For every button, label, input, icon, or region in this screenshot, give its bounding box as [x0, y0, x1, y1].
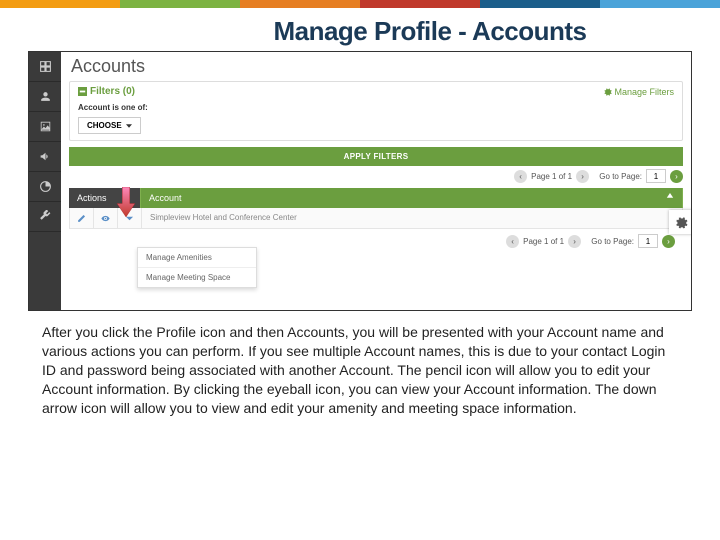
sidebar-item-home[interactable] [29, 52, 61, 82]
table-row: Simpleview Hotel and Conference Center [69, 208, 683, 229]
pager-go-button[interactable]: › [670, 170, 683, 183]
collapse-icon [78, 87, 87, 96]
col-account[interactable]: Account [141, 188, 683, 208]
choose-button-label: CHOOSE [87, 121, 122, 130]
sort-asc-icon [666, 193, 674, 201]
actions-dropdown: Manage Amenities Manage Meeting Space [137, 247, 257, 288]
red-arrow-annotation [111, 187, 141, 217]
dropdown-manage-meeting-space[interactable]: Manage Meeting Space [138, 268, 256, 287]
pager-go-button[interactable]: › [662, 235, 675, 248]
eye-icon [101, 214, 110, 223]
edit-button[interactable] [70, 208, 94, 228]
sidebar-item-settings[interactable] [29, 202, 61, 232]
gear-icon [603, 87, 612, 96]
pager-next-button[interactable]: › [576, 170, 589, 183]
sidebar [29, 52, 61, 310]
table-settings-gear[interactable] [669, 210, 692, 234]
main-panel: Accounts Filters (0) Manage Filters Acco… [61, 52, 691, 310]
choose-button[interactable]: CHOOSE [78, 117, 141, 134]
pager-goto-label: Go to Page: [599, 172, 642, 181]
caret-down-icon [126, 123, 132, 129]
pager-goto-label: Go to Page: [591, 237, 634, 246]
accounts-header: Accounts [61, 52, 691, 79]
filters-toggle[interactable]: Filters (0) [78, 86, 135, 97]
sidebar-item-profile[interactable] [29, 82, 61, 112]
pager-top: ‹ Page 1 of 1 › Go to Page: › [61, 166, 691, 186]
manage-filters-link[interactable]: Manage Filters [603, 87, 674, 97]
pager-prev-button[interactable]: ‹ [506, 235, 519, 248]
col-account-label: Account [149, 193, 182, 203]
manage-filters-text: Manage Filters [614, 87, 674, 97]
app-screenshot: Accounts Filters (0) Manage Filters Acco… [28, 51, 692, 311]
sidebar-item-image[interactable] [29, 112, 61, 142]
sidebar-item-announce[interactable] [29, 142, 61, 172]
pager-prev-button[interactable]: ‹ [514, 170, 527, 183]
apply-filters-button[interactable]: APPLY FILTERS [69, 147, 683, 166]
pager-goto-input[interactable] [638, 234, 658, 248]
description-text: After you click the Profile icon and the… [0, 311, 720, 417]
table-header: Actions Account [69, 188, 683, 208]
row-account-name: Simpleview Hotel and Conference Center [142, 208, 682, 228]
filter-field-label: Account is one of: [78, 103, 674, 112]
sidebar-item-reports[interactable] [29, 172, 61, 202]
page-title: Manage Profile - Accounts [0, 8, 720, 51]
gear-icon [674, 215, 688, 229]
filters-panel: Filters (0) Manage Filters Account is on… [69, 81, 683, 141]
pager-next-button[interactable]: › [568, 235, 581, 248]
dropdown-manage-amenities[interactable]: Manage Amenities [138, 248, 256, 268]
pager-goto-input[interactable] [646, 169, 666, 183]
pencil-icon [77, 214, 86, 223]
top-color-stripe [0, 0, 720, 8]
filters-label-text: Filters (0) [90, 86, 135, 97]
pager-page-text: Page 1 of 1 [531, 172, 572, 181]
pager-page-text: Page 1 of 1 [523, 237, 564, 246]
